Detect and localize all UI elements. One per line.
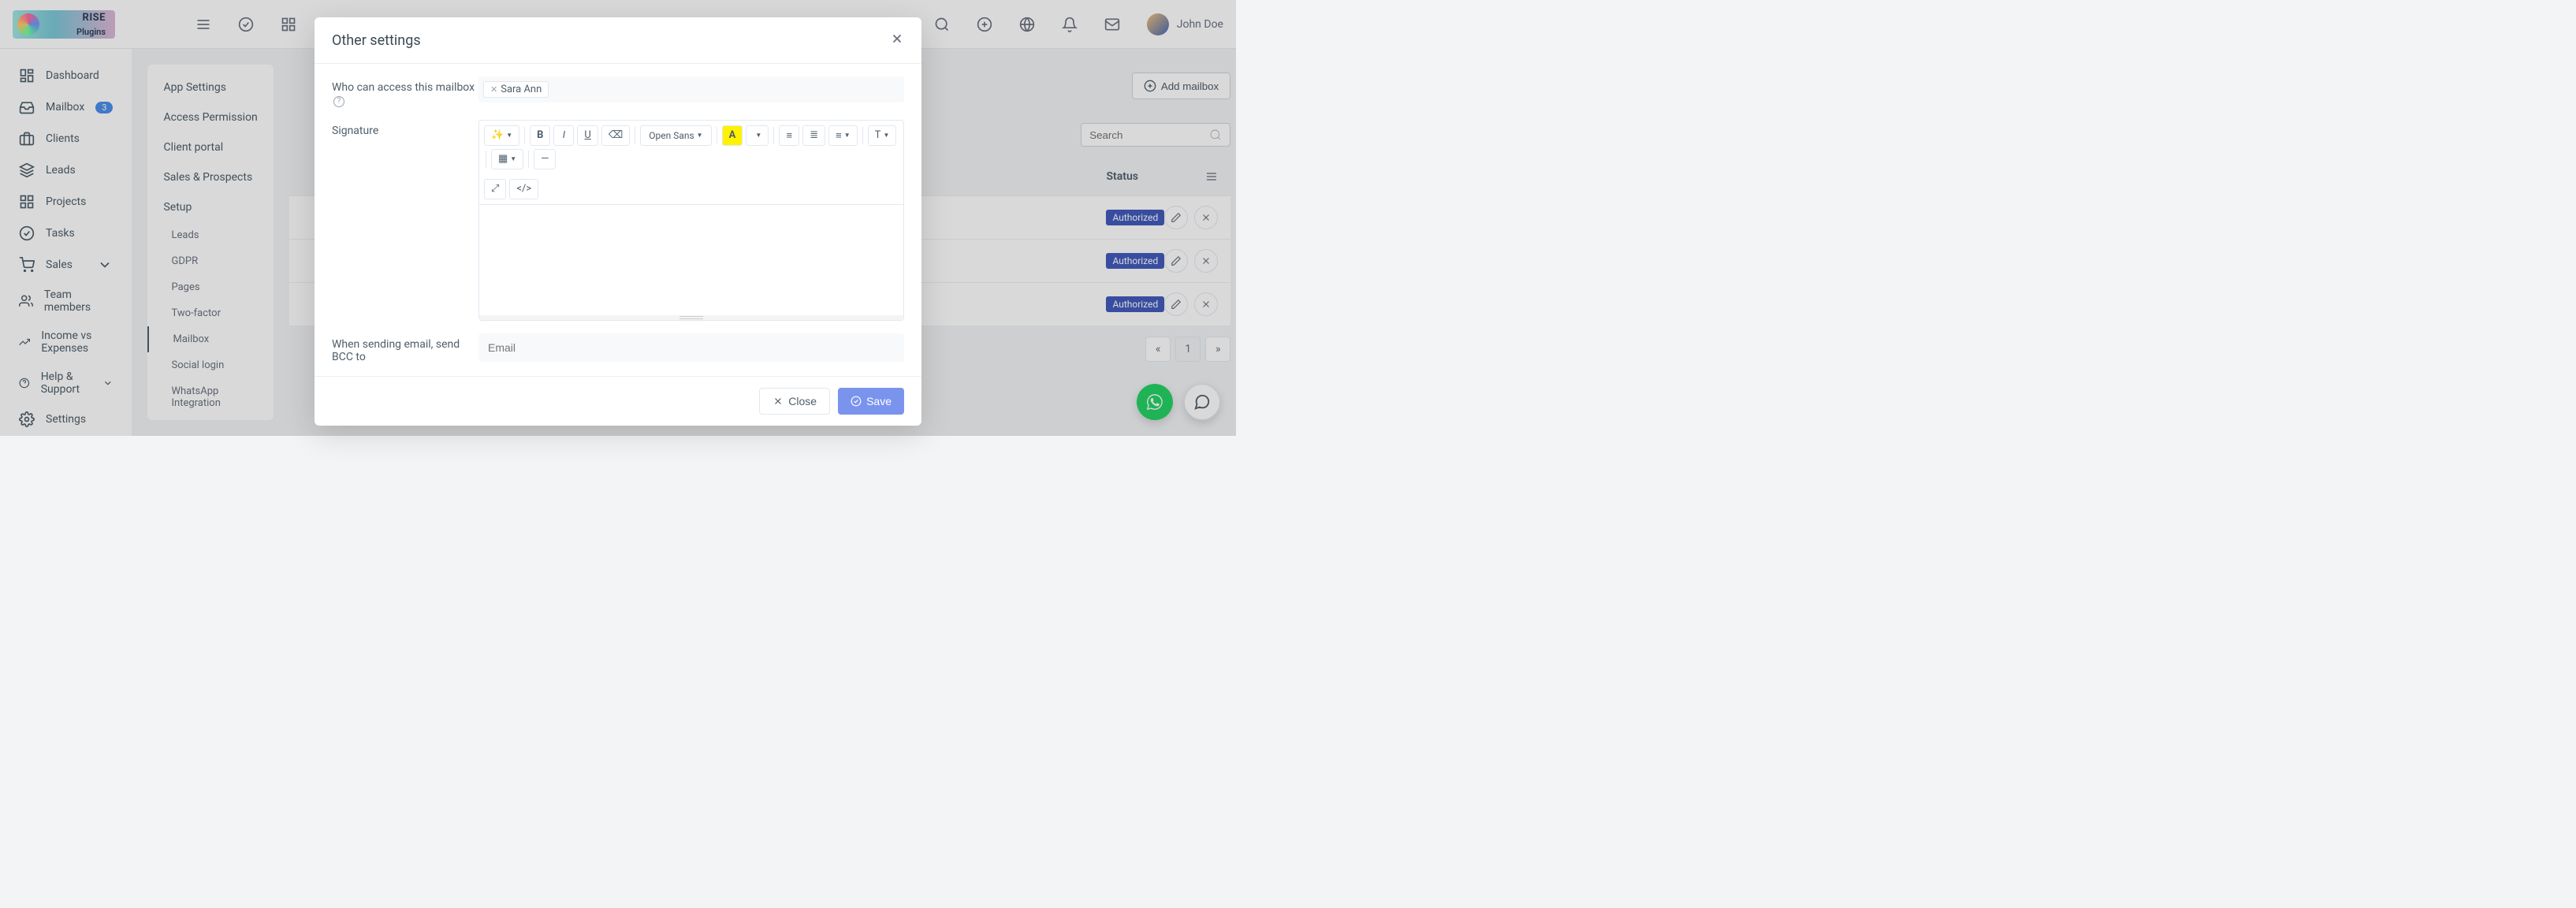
modal-close-icon[interactable]	[890, 32, 904, 49]
toolbar-table-icon[interactable]: ▦▼	[491, 149, 523, 169]
modal-title: Other settings	[332, 32, 421, 49]
editor-toolbar: ✨▼ B I U ⌫ Open Sans▼ A ▼ ≡ ≣	[479, 121, 903, 205]
tag-remove-icon[interactable]: ✕	[490, 84, 497, 95]
other-settings-modal: Other settings Who can access this mailb…	[315, 17, 921, 426]
signature-editor: ✨▼ B I U ⌫ Open Sans▼ A ▼ ≡ ≣	[478, 120, 904, 321]
access-tag: ✕ Sara Ann	[483, 81, 549, 98]
modal-header: Other settings	[315, 17, 921, 63]
check-icon	[851, 396, 862, 407]
editor-textarea[interactable]	[479, 205, 903, 315]
modal-body: Who can access this mailbox ? ✕ Sara Ann…	[315, 63, 921, 376]
bcc-label: When sending email, send BCC to	[332, 333, 478, 363]
save-button[interactable]: Save	[838, 388, 904, 415]
toolbar-align-icon[interactable]: ≡▼	[828, 125, 858, 146]
form-row-signature: Signature ✨▼ B I U ⌫ Open Sans▼ A ▼	[332, 120, 904, 321]
toolbar-hr-icon[interactable]: —	[534, 149, 556, 169]
close-button[interactable]: Close	[759, 388, 830, 415]
toolbar-code-icon[interactable]: </>	[509, 179, 538, 199]
access-label: Who can access this mailbox ?	[332, 76, 478, 107]
modal-footer: Close Save	[315, 376, 921, 426]
toolbar-erase-icon[interactable]: ⌫	[601, 125, 630, 146]
close-button-label: Close	[788, 395, 817, 407]
toolbar-color-icon[interactable]: A	[722, 125, 743, 146]
toolbar-ul-icon[interactable]: ≡	[779, 125, 799, 146]
toolbar-italic-icon[interactable]: I	[553, 125, 574, 146]
editor-resize-handle[interactable]	[479, 315, 903, 320]
close-icon	[772, 396, 784, 407]
save-button-label: Save	[866, 395, 892, 407]
toolbar-textstyle-icon[interactable]: T▼	[868, 125, 897, 146]
help-icon[interactable]: ?	[333, 96, 344, 107]
signature-label: Signature	[332, 120, 478, 321]
toolbar-font-select[interactable]: Open Sans▼	[640, 125, 711, 146]
toolbar-bold-icon[interactable]: B	[530, 125, 550, 146]
form-row-access: Who can access this mailbox ? ✕ Sara Ann	[332, 76, 904, 107]
tag-label: Sara Ann	[501, 84, 542, 95]
toolbar-ol-icon[interactable]: ≣	[802, 125, 825, 146]
toolbar-magic-icon[interactable]: ✨▼	[484, 125, 519, 146]
toolbar-color-caret[interactable]: ▼	[746, 125, 769, 146]
toolbar-fullscreen-icon[interactable]: ⤢	[484, 179, 506, 199]
toolbar-underline-icon[interactable]: U	[577, 125, 597, 146]
form-row-bcc: When sending email, send BCC to	[332, 333, 904, 363]
access-tag-input[interactable]: ✕ Sara Ann	[478, 76, 904, 102]
bcc-input[interactable]	[478, 333, 904, 362]
